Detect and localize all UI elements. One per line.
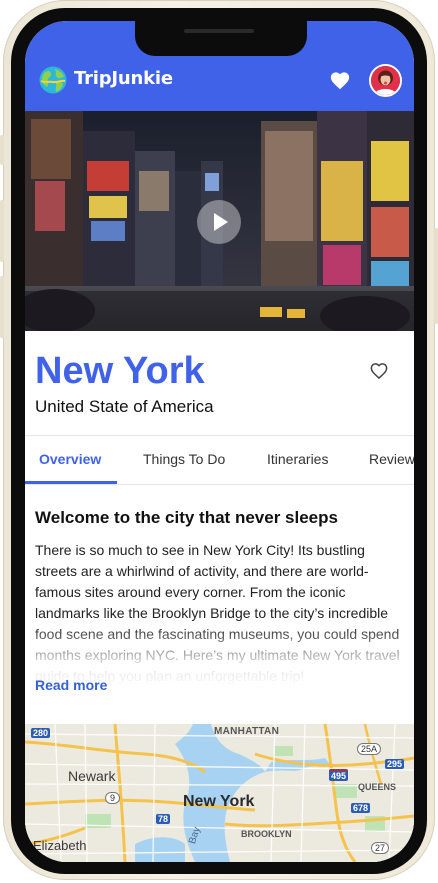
notch — [135, 21, 307, 56]
globe-icon[interactable] — [39, 66, 67, 94]
heart-filled-icon[interactable] — [329, 70, 351, 92]
map-label-brooklyn: BROOKLYN — [241, 829, 292, 839]
overview-text-block: There is so much to see in New York City… — [35, 540, 405, 688]
avatar[interactable] — [369, 64, 402, 97]
city-title: New York — [35, 350, 205, 392]
active-tab-indicator — [25, 481, 117, 484]
mute-switch — [0, 135, 4, 165]
speaker-grille — [184, 29, 254, 33]
route-shield-9: 9 — [105, 792, 121, 804]
section-heading: Welcome to the city that never sleeps — [35, 508, 338, 527]
map-preview[interactable]: MANHATTAN Newark New York QUEENS BROOKLY… — [25, 724, 414, 862]
screen: TripJunkie New York United State of Amer… — [25, 21, 414, 862]
route-shield-295: 295 — [385, 759, 405, 769]
read-more-link[interactable]: Read more — [35, 677, 107, 693]
route-shield-678: 678 — [351, 803, 371, 813]
route-shield-25a: 25A — [357, 743, 382, 755]
play-icon — [214, 213, 228, 231]
map-label-manhattan: MANHATTAN — [214, 726, 280, 737]
route-shield-495: 495 — [329, 769, 349, 781]
route-shield-280: 280 — [31, 728, 51, 738]
volume-down-button — [0, 276, 4, 338]
tab-itineraries[interactable]: Itineraries — [267, 451, 328, 467]
hero-video[interactable] — [25, 111, 414, 331]
tab-bar: Overview Things To Do Itineraries Review — [25, 435, 414, 485]
heart-outline-icon[interactable] — [369, 361, 389, 381]
map-label-newark: Newark — [68, 768, 116, 784]
volume-up-button — [0, 200, 4, 262]
tab-overview[interactable]: Overview — [39, 451, 101, 467]
map-label-new-york: New York — [183, 793, 255, 810]
play-button[interactable] — [197, 200, 241, 244]
route-shield-27: 27 — [371, 842, 390, 854]
country-name: United State of America — [35, 397, 214, 416]
brand-name[interactable]: TripJunkie — [74, 68, 173, 89]
tab-things-to-do[interactable]: Things To Do — [143, 451, 225, 467]
tab-review[interactable]: Review — [369, 451, 414, 467]
route-shield-78: 78 — [156, 814, 171, 824]
map-label-queens: QUEENS — [358, 782, 397, 792]
power-button — [434, 228, 438, 324]
map-label-elizabeth: Elizabeth — [33, 838, 87, 853]
